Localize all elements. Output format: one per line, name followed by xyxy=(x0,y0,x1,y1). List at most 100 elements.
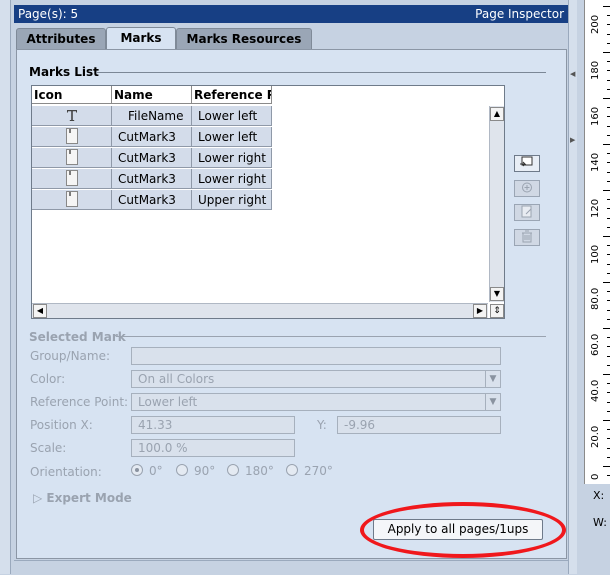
mark-reference: Lower left xyxy=(192,106,272,126)
ruler-tick xyxy=(603,6,610,7)
x-coordinate-label: X: xyxy=(593,489,605,502)
color-label: Color: xyxy=(30,372,66,386)
ruler-label: 200 xyxy=(590,14,601,34)
scroll-left-icon[interactable]: ◀ xyxy=(33,304,47,318)
apply-to-all-pages-button[interactable]: Apply to all pages/1ups xyxy=(373,519,543,540)
ruler-tick xyxy=(603,190,610,191)
scroll-up-icon[interactable]: ▲ xyxy=(490,107,504,121)
ruler-tick xyxy=(603,282,610,283)
ruler-label: 80.0 xyxy=(590,287,601,310)
ruler-tick xyxy=(603,98,610,99)
scale-field[interactable]: 100.0 % xyxy=(131,439,295,457)
position-x-label: Position X: xyxy=(30,418,93,432)
ruler-label: 100 xyxy=(590,244,601,264)
add-mark-icon xyxy=(520,156,533,167)
orientation-radio-0[interactable]: 0° xyxy=(131,464,163,478)
cut-mark-icon xyxy=(32,190,112,210)
vertical-ruler: 200 180 160 140 120 100 80.0 60.0 40.0 2… xyxy=(584,0,610,484)
delete-mark-button[interactable] xyxy=(514,229,540,246)
column-resize-icon[interactable]: ⇕ xyxy=(490,304,504,318)
cut-mark-icon xyxy=(32,148,112,168)
marks-list-divider xyxy=(96,72,546,73)
orientation-radio-180[interactable]: 180° xyxy=(227,464,274,478)
ruler-tick xyxy=(603,420,610,421)
radio-selected-icon xyxy=(131,464,143,476)
pages-count: Page(s): 5 xyxy=(18,7,79,21)
y-label: Y: xyxy=(317,418,327,432)
panel-splitter[interactable]: ◀ ▶ xyxy=(568,0,577,574)
mark-reference: Lower right xyxy=(192,169,272,189)
duplicate-mark-icon xyxy=(522,182,532,193)
selected-mark-divider xyxy=(116,336,546,337)
ruler-label: 0 xyxy=(590,473,601,480)
expert-mode-toggle[interactable]: ▷ Expert Mode xyxy=(33,491,132,505)
color-select[interactable]: On all Colors ▼ xyxy=(131,370,501,388)
ruler-label: 160 xyxy=(590,106,601,126)
add-mark-button[interactable] xyxy=(514,155,540,172)
tab-attributes[interactable]: Attributes xyxy=(16,28,106,49)
mark-name: CutMark3 xyxy=(112,148,192,168)
marks-table[interactable]: Icon Name Reference Po FileName Lower le… xyxy=(31,85,505,319)
mark-name: FileName xyxy=(112,106,192,126)
position-y-field[interactable]: -9.96 xyxy=(337,416,501,434)
vertical-scrollbar[interactable]: ▲ ▼ xyxy=(489,106,504,302)
chevron-down-icon: ▼ xyxy=(485,394,500,410)
marks-list-title: Marks List xyxy=(29,65,99,79)
ruler-tick xyxy=(603,466,610,467)
ruler-label: 40.0 xyxy=(590,379,601,402)
tab-marks-resources[interactable]: Marks Resources xyxy=(176,28,312,49)
position-x-field[interactable]: 41.33 xyxy=(131,416,295,434)
color-select-value: On all Colors xyxy=(138,372,215,386)
trash-icon xyxy=(522,230,532,243)
ruler-tick xyxy=(603,374,610,375)
mark-reference: Upper right xyxy=(192,190,272,210)
orientation-label: Orientation: xyxy=(30,465,102,479)
scroll-down-icon[interactable]: ▼ xyxy=(490,287,504,301)
column-header-reference[interactable]: Reference Po xyxy=(192,86,272,104)
mark-name: CutMark3 xyxy=(112,169,192,189)
ruler-label: 20.0 xyxy=(590,425,601,448)
ruler-tick xyxy=(603,52,610,53)
mark-reference: Lower left xyxy=(192,127,272,147)
mark-name: CutMark3 xyxy=(112,190,192,210)
cut-mark-icon xyxy=(32,127,112,147)
reference-point-value: Lower left xyxy=(138,395,198,409)
edit-mark-button[interactable] xyxy=(514,204,540,221)
mark-reference: Lower right xyxy=(192,148,272,168)
column-header-name[interactable]: Name xyxy=(112,86,192,104)
left-panel-edge xyxy=(0,0,11,574)
orientation-radio-90[interactable]: 90° xyxy=(176,464,215,478)
edit-mark-icon xyxy=(521,205,532,218)
text-icon xyxy=(32,106,112,126)
mark-name: CutMark3 xyxy=(112,127,192,147)
horizontal-scrollbar[interactable]: ◀ ▶ xyxy=(32,303,488,318)
tab-marks[interactable]: Marks xyxy=(106,27,176,50)
ruler-label: 140 xyxy=(590,152,601,172)
inspector-title-bar: Page(s): 5 Page Inspector xyxy=(14,5,568,23)
expand-right-icon[interactable]: ▶ xyxy=(570,136,575,144)
collapse-left-icon[interactable]: ◀ xyxy=(570,70,575,78)
inspector-title: Page Inspector xyxy=(475,7,564,21)
ruler-tick xyxy=(603,236,610,237)
ruler-tick xyxy=(603,328,610,329)
orientation-radio-270[interactable]: 270° xyxy=(286,464,333,478)
chevron-down-icon: ▼ xyxy=(485,371,500,387)
scroll-right-icon[interactable]: ▶ xyxy=(473,304,487,318)
w-coordinate-label: W: xyxy=(593,516,607,529)
radio-icon xyxy=(227,464,239,476)
reference-point-select[interactable]: Lower left ▼ xyxy=(131,393,501,411)
bottom-edge xyxy=(14,560,568,575)
duplicate-mark-button[interactable] xyxy=(514,180,540,197)
cut-mark-icon xyxy=(32,169,112,189)
group-name-label: Group/Name: xyxy=(30,349,111,363)
group-name-field[interactable] xyxy=(131,347,501,365)
radio-icon xyxy=(176,464,188,476)
ruler-label: 60.0 xyxy=(590,333,601,356)
ruler-label: 180 xyxy=(590,60,601,80)
chevron-right-icon: ▷ xyxy=(33,491,47,505)
selected-mark-title: Selected Mark xyxy=(29,330,126,344)
radio-icon xyxy=(286,464,298,476)
ruler-label: 120 xyxy=(590,198,601,218)
reference-point-label: Reference Point: xyxy=(30,395,129,409)
column-header-icon[interactable]: Icon xyxy=(32,86,112,104)
